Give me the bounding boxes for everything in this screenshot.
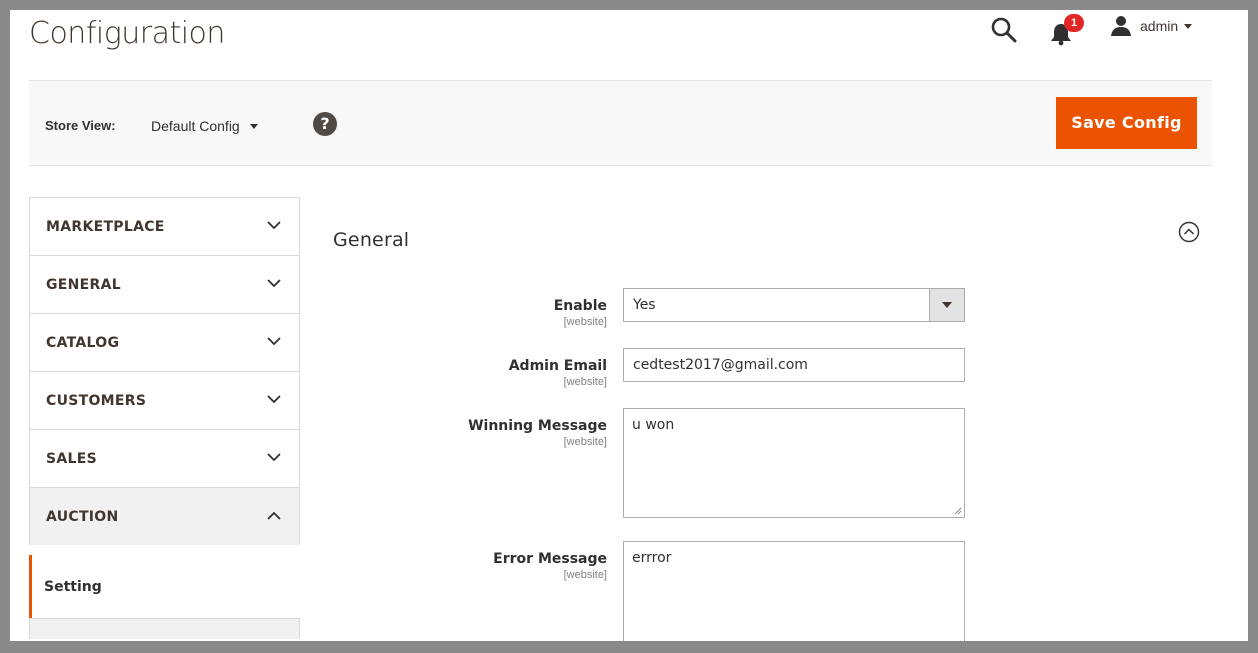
sidebar-item-auction[interactable]: AUCTION — [29, 487, 300, 545]
enable-select-value: Yes — [633, 297, 656, 313]
user-menu[interactable]: admin — [1110, 15, 1193, 37]
chevron-down-icon — [1184, 23, 1193, 29]
sidebar-item-next — [29, 618, 300, 639]
store-view-selected: Default Config — [151, 118, 240, 134]
help-icon[interactable]: ? — [313, 112, 337, 136]
store-view-label: Store View: — [45, 118, 116, 133]
page-title: Configuration — [29, 16, 225, 51]
chevron-up-icon — [267, 511, 281, 520]
save-config-button[interactable]: Save Config — [1056, 97, 1197, 149]
sidebar-subitem-label: Setting — [44, 579, 102, 595]
store-view-switcher[interactable]: Default Config — [151, 118, 258, 134]
sidebar-item-label: GENERAL — [46, 277, 121, 293]
section-title: General — [333, 229, 410, 251]
admin-page: Configuration 1 admin Store View: Defaul… — [16, 10, 1248, 641]
error-message-scope: [website] — [563, 569, 607, 581]
chevron-down-icon — [942, 302, 952, 308]
chevron-down-icon — [267, 453, 281, 462]
search-icon[interactable] — [991, 17, 1017, 47]
winning-message-textarea[interactable]: u won — [623, 408, 965, 518]
enable-label: Enable — [553, 298, 607, 314]
chevron-down-icon — [249, 123, 258, 129]
winning-message-label: Winning Message — [468, 418, 607, 434]
user-name: admin — [1140, 18, 1179, 34]
collapse-circle-icon[interactable] — [1178, 221, 1200, 247]
notifications-button[interactable]: 1 — [1048, 14, 1088, 46]
sidebar-item-sales[interactable]: SALES — [29, 429, 300, 487]
config-sidebar: MARKETPLACE GENERAL CATALOG CUSTOMERS SA… — [29, 197, 300, 639]
error-message-textarea[interactable]: errror — [623, 541, 965, 641]
sidebar-item-label: MARKETPLACE — [46, 219, 165, 235]
sidebar-item-label: CUSTOMERS — [46, 393, 147, 409]
admin-email-input[interactable] — [623, 348, 965, 382]
chevron-down-icon — [267, 337, 281, 346]
select-toggle[interactable] — [929, 289, 964, 321]
error-message-value: errror — [632, 550, 672, 566]
chevron-down-icon — [267, 221, 281, 230]
store-view-bar: Store View: Default Config ? Save Config — [29, 80, 1212, 166]
admin-email-label: Admin Email — [508, 358, 607, 374]
window-frame: Configuration 1 admin Store View: Defaul… — [0, 0, 1258, 653]
sidebar-item-customers[interactable]: CUSTOMERS — [29, 371, 300, 429]
sidebar-item-catalog[interactable]: CATALOG — [29, 313, 300, 371]
enable-scope: [website] — [563, 316, 607, 328]
admin-email-scope: [website] — [563, 376, 607, 388]
sidebar-item-label: AUCTION — [46, 509, 119, 525]
sidebar-item-label: SALES — [46, 451, 97, 467]
winning-message-scope: [website] — [563, 436, 607, 448]
chevron-down-icon — [267, 395, 281, 404]
chevron-down-icon — [267, 279, 281, 288]
sidebar-item-label: CATALOG — [46, 335, 120, 351]
sidebar-item-marketplace[interactable]: MARKETPLACE — [29, 197, 300, 255]
enable-select[interactable]: Yes — [623, 288, 965, 322]
user-icon — [1111, 16, 1131, 36]
sidebar-item-general[interactable]: GENERAL — [29, 255, 300, 313]
notification-badge: 1 — [1064, 14, 1084, 32]
resize-grip-icon[interactable] — [953, 506, 962, 515]
sidebar-subitem-setting[interactable]: Setting — [29, 555, 300, 618]
winning-message-value: u won — [632, 417, 675, 433]
error-message-label: Error Message — [493, 551, 607, 567]
